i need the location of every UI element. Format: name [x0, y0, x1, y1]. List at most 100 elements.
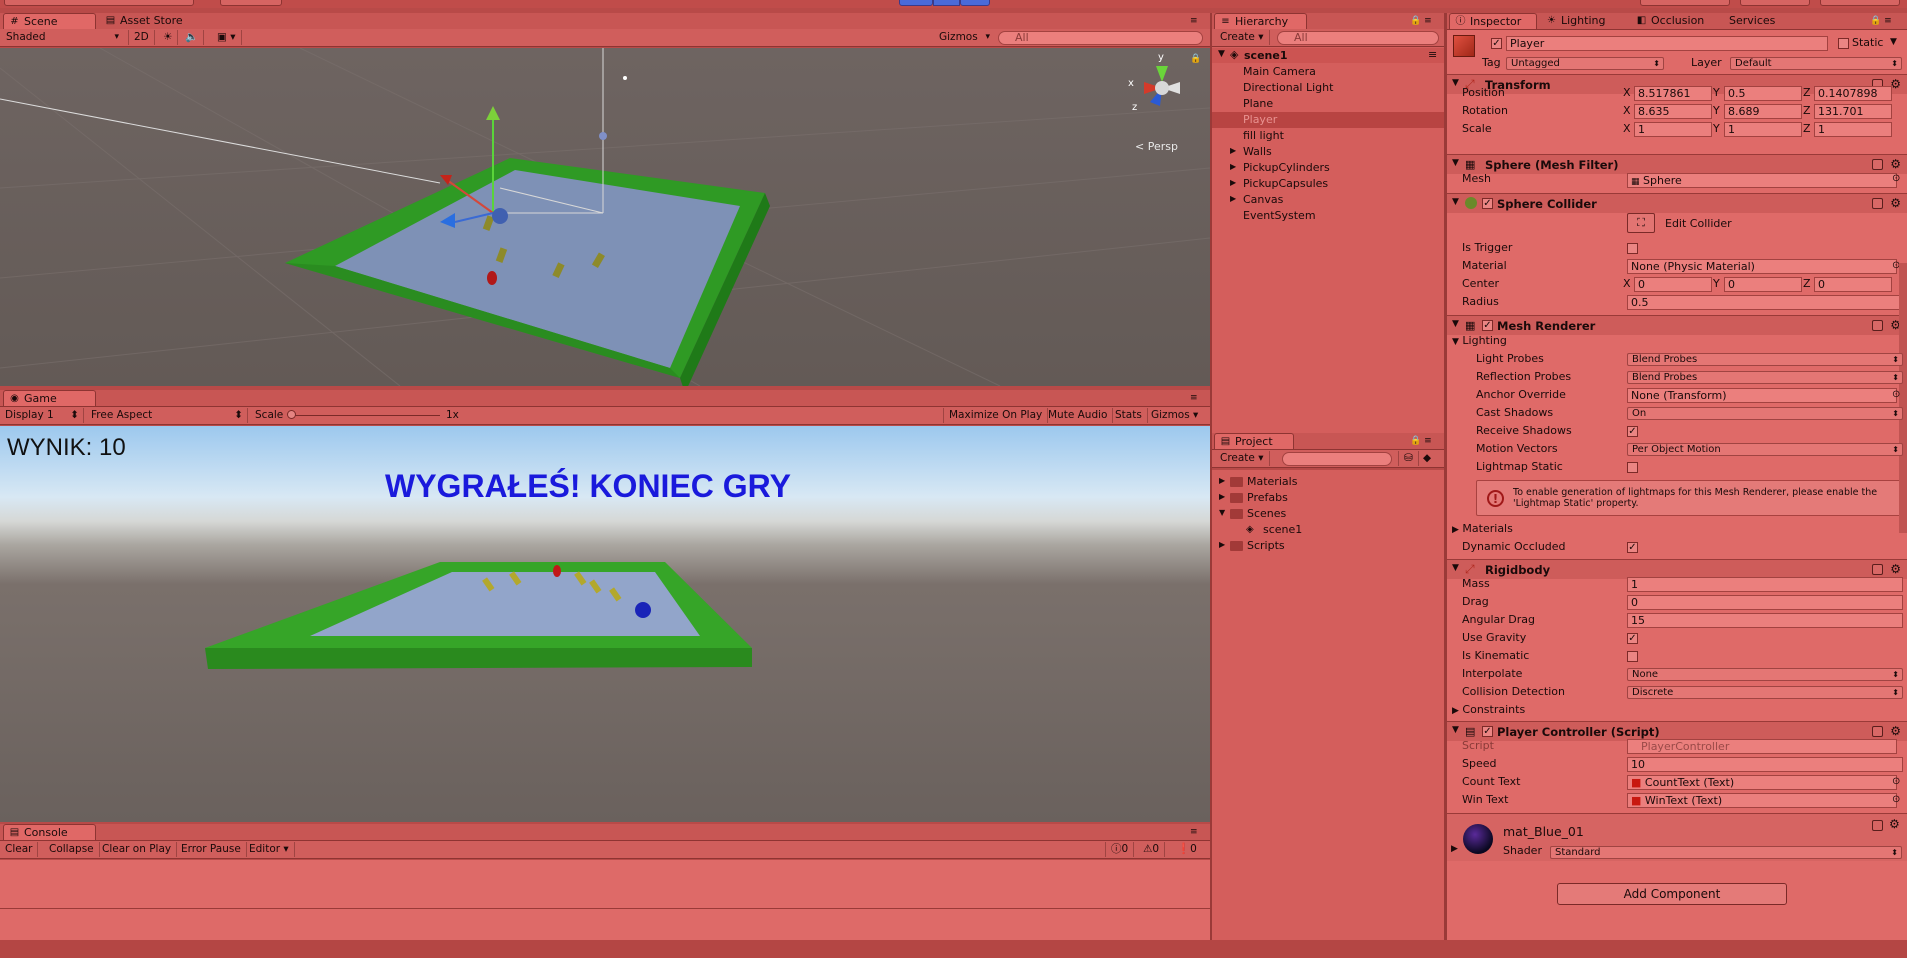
collider-enabled-checkbox[interactable]: ✓ — [1482, 198, 1493, 209]
help-icon[interactable] — [1872, 820, 1883, 831]
transform-position-x-input[interactable]: 8.517861 — [1634, 86, 1712, 101]
renderer-enabled-checkbox[interactable]: ✓ — [1482, 320, 1493, 331]
console-panel-menu-icon[interactable]: ≡ — [1190, 827, 1198, 837]
materials-foldout[interactable]: ▶ Materials — [1452, 522, 1513, 537]
help-icon[interactable] — [1872, 726, 1883, 737]
panel-menu-icon[interactable]: ≡ — [1190, 16, 1198, 26]
constraints-foldout[interactable]: ▶ Constraints — [1452, 703, 1525, 718]
hierarchy-item[interactable]: ▶ PickupCylinders — [1212, 160, 1444, 176]
info-count-toggle[interactable]: ⓘ0 — [1105, 842, 1135, 857]
expand-arrow[interactable]: ▶ — [1219, 476, 1225, 485]
game-panel-menu-icon[interactable]: ≡ — [1190, 393, 1198, 403]
project-item[interactable]: ▶ Scripts — [1212, 538, 1444, 554]
tab-asset-store[interactable]: ▤ Asset Store — [100, 13, 191, 29]
player-controller-header[interactable]: ▼ ▤ ✓ Player Controller (Script) ⚙ — [1447, 721, 1907, 741]
center-toggle[interactable] — [220, 0, 282, 6]
help-icon[interactable] — [1872, 564, 1883, 575]
mesh-renderer-header[interactable]: ▼ ▦ ✓ Mesh Renderer ⚙ — [1447, 315, 1907, 335]
transform-position-y-input[interactable]: 0.5 — [1724, 86, 1802, 101]
lock-icon[interactable]: 🔒 — [1190, 54, 1201, 64]
transform-scale-z-input[interactable]: 1 — [1814, 122, 1892, 137]
layers-dropdown[interactable] — [1740, 0, 1810, 6]
layer-dropdown[interactable]: Default — [1730, 57, 1902, 70]
gear-icon[interactable]: ⚙ — [1890, 157, 1901, 171]
object-picker-icon[interactable]: ⊙ — [1892, 389, 1900, 400]
persp-label[interactable]: < Persp — [1135, 140, 1178, 153]
help-icon[interactable] — [1872, 198, 1883, 209]
tab-occlusion[interactable]: ◧ Occlusion — [1631, 13, 1712, 29]
transform-position-z-input[interactable]: 0.1407898 — [1814, 86, 1892, 101]
project-item[interactable]: ◈ scene1 — [1212, 522, 1444, 538]
collider-fold-arrow[interactable]: ▼ — [1452, 197, 1459, 207]
gizmos-dropdown[interactable]: Gizmos — [935, 31, 993, 45]
hierarchy-item[interactable]: ▶ Canvas — [1212, 192, 1444, 208]
transform-rotation-y-input[interactable]: 8.689 — [1724, 104, 1802, 119]
sphere-collider-header[interactable]: ▼ ✓ Sphere Collider ⚙ — [1447, 193, 1907, 213]
rigidbody-header[interactable]: ▼ ⤢ Rigidbody ⚙ — [1447, 559, 1907, 579]
tab-console[interactable]: ▤ Console — [3, 824, 96, 840]
active-checkbox[interactable]: ✓ — [1491, 38, 1502, 49]
filter-label-icon[interactable]: ◆ — [1418, 451, 1436, 466]
lighting-foldout[interactable]: ▼ Lighting — [1452, 334, 1507, 349]
scale-slider-thumb[interactable] — [287, 410, 296, 419]
use-gravity-checkbox[interactable]: ✓ — [1627, 633, 1638, 644]
dynamic-occluded-checkbox[interactable]: ✓ — [1627, 542, 1638, 553]
mesh-object-field[interactable]: ▦ Sphere — [1627, 173, 1897, 188]
material-fold-arrow[interactable]: ▶ — [1451, 844, 1458, 854]
object-picker-icon[interactable]: ⊙ — [1892, 776, 1900, 787]
transform-scale-x-input[interactable]: 1 — [1634, 122, 1712, 137]
scale-control[interactable]: Scale 1x — [250, 408, 470, 423]
display-dropdown[interactable]: Display 1 ⬍ — [0, 408, 84, 423]
pause-button[interactable] — [933, 0, 960, 6]
tab-services[interactable]: Services — [1721, 13, 1783, 29]
expand-arrow[interactable]: ▶ — [1230, 178, 1236, 187]
scene-hierarchy-divider[interactable] — [1210, 13, 1212, 940]
motion-vectors-dropdown[interactable]: Per Object Motion — [1627, 443, 1903, 456]
expand-arrow[interactable]: ▶ — [1230, 194, 1236, 203]
clear-button[interactable]: Clear — [0, 842, 39, 857]
audio-toggle[interactable]: 🔈 — [180, 30, 205, 45]
reflection-probes-dropdown[interactable]: Blend Probes — [1627, 371, 1903, 384]
tab-project[interactable]: ▤ Project — [1214, 433, 1294, 449]
gear-icon[interactable]: ⚙ — [1890, 724, 1901, 738]
static-checkbox[interactable] — [1838, 38, 1849, 49]
lightmap-static-checkbox[interactable] — [1627, 462, 1638, 473]
anchor-override-field[interactable]: None (Transform) — [1627, 388, 1897, 403]
center-z-input[interactable]: 0 — [1814, 277, 1892, 292]
tag-dropdown[interactable]: Untagged — [1506, 57, 1664, 70]
gear-icon[interactable]: ⚙ — [1889, 817, 1900, 831]
expand-arrow[interactable]: ▼ — [1219, 508, 1225, 517]
scale-slider-track[interactable] — [290, 415, 440, 416]
script-fold-arrow[interactable]: ▼ — [1452, 725, 1459, 735]
expand-arrow[interactable]: ▶ — [1230, 146, 1236, 155]
center-y-input[interactable]: 0 — [1724, 277, 1802, 292]
project-search-input[interactable] — [1282, 452, 1392, 466]
scene-menu-icon[interactable]: ≡ — [1428, 48, 1437, 61]
hierarchy-item[interactable]: Plane — [1212, 96, 1444, 112]
mute-audio-toggle[interactable]: Mute Audio — [1043, 408, 1114, 423]
project-lock-icon[interactable]: 🔒 ≡ — [1410, 436, 1432, 446]
expand-arrow[interactable]: ▶ — [1219, 540, 1225, 549]
mesh-filter-fold-arrow[interactable]: ▼ — [1452, 158, 1459, 168]
game-gizmos-dropdown[interactable]: Gizmos ▾ — [1146, 408, 1208, 423]
renderer-fold-arrow[interactable]: ▼ — [1452, 319, 1459, 329]
project-create-dropdown[interactable]: Create ▾ — [1215, 451, 1270, 466]
step-button[interactable] — [960, 0, 990, 6]
speed-input[interactable]: 10 — [1627, 757, 1903, 772]
project-item[interactable]: ▶ Prefabs — [1212, 490, 1444, 506]
cast-shadows-dropdown[interactable]: On — [1627, 407, 1903, 420]
hierarchy-item[interactable]: Player — [1212, 112, 1444, 128]
transform-scale-y-input[interactable]: 1 — [1724, 122, 1802, 137]
hierarchy-item[interactable]: Directional Light — [1212, 80, 1444, 96]
tab-hierarchy[interactable]: ≡ Hierarchy — [1214, 13, 1307, 29]
layout-dropdown[interactable] — [1820, 0, 1900, 6]
shading-dropdown[interactable]: Shaded — [2, 31, 122, 45]
hierarchy-item[interactable]: EventSystem — [1212, 208, 1444, 224]
interpolate-dropdown[interactable]: None — [1627, 668, 1903, 681]
scene-search-input[interactable]: All — [998, 31, 1203, 45]
scene-viewport[interactable]: y x z < Persp 🔒 — [0, 48, 1210, 386]
light-probes-dropdown[interactable]: Blend Probes — [1627, 353, 1903, 366]
help-icon[interactable] — [1872, 320, 1883, 331]
count-text-field[interactable]: ■ CountText (Text) — [1627, 775, 1897, 790]
object-name-input[interactable]: Player — [1506, 36, 1828, 51]
